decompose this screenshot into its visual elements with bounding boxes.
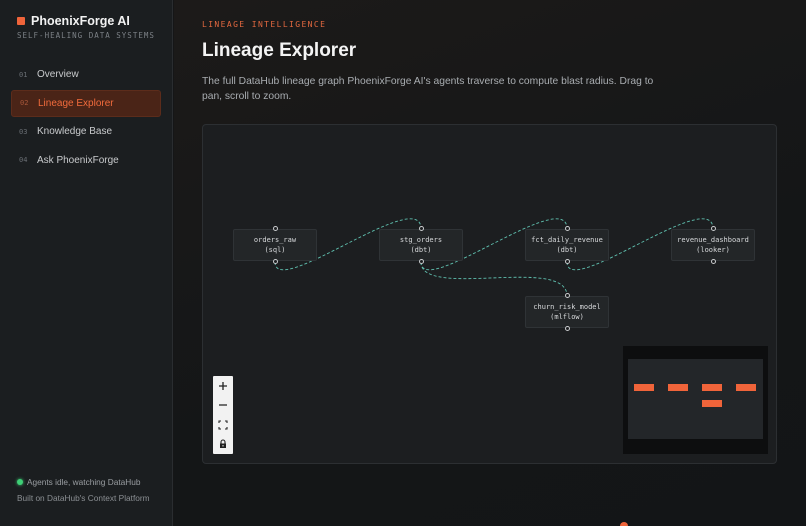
lock-button[interactable] (213, 435, 233, 455)
nav-item-label: Lineage Explorer (38, 97, 114, 109)
zoom-out-button[interactable] (213, 396, 233, 416)
node-kind: (looker) (696, 246, 730, 254)
lock-icon (220, 439, 226, 449)
sidebar: PhoenixForge AI SELF-HEALING DATA SYSTEM… (0, 0, 173, 526)
fit-view-button[interactable] (213, 415, 233, 435)
node-kind: (sql) (264, 246, 286, 254)
page-eyebrow: LINEAGE INTELLIGENCE (202, 20, 327, 29)
agent-status: Agents idle, watching DataHub (17, 477, 140, 487)
floating-indicator[interactable] (620, 522, 628, 526)
page-description: The full DataHub lineage graph PhoenixFo… (202, 76, 654, 102)
node-input-port[interactable] (564, 293, 570, 298)
nav-item-number: 04 (19, 156, 28, 164)
sidebar-item-knowledge-base[interactable]: 03 Knowledge Base (11, 118, 161, 145)
nav-item-label: Knowledge Base (37, 126, 113, 137)
nav-item-number: 03 (19, 127, 28, 136)
node-kind: (dbt) (556, 246, 578, 254)
brand[interactable]: PhoenixForge AI (17, 14, 130, 28)
minimap-node (736, 384, 756, 391)
node-input-port[interactable] (710, 226, 716, 231)
page-title: Lineage Explorer (202, 40, 357, 61)
node-output-port[interactable] (564, 259, 570, 264)
sidebar-nav: 01 Overview 02 Lineage Explorer 03 Knowl… (11, 61, 161, 175)
minimap-viewport[interactable] (628, 359, 763, 439)
brand-tagline: SELF-HEALING DATA SYSTEMS (17, 31, 155, 40)
nav-item-number: 02 (20, 99, 29, 107)
nav-item-number: 01 (19, 70, 28, 79)
node-name: churn_risk_model (533, 303, 601, 311)
zoom-in-button[interactable] (213, 376, 233, 396)
status-dot-icon (17, 479, 23, 485)
node-output-port[interactable] (564, 326, 570, 331)
node-output-port[interactable] (418, 259, 424, 264)
sidebar-item-overview[interactable]: 01 Overview (11, 61, 161, 88)
brand-logo-icon (17, 17, 25, 25)
graph-node-orders-raw[interactable]: orders_raw (sql) (233, 226, 317, 264)
node-name: stg_orders (399, 236, 443, 244)
nav-item-label: Overview (37, 69, 79, 80)
node-name: revenue_dashboard (677, 236, 749, 244)
sidebar-item-lineage-explorer[interactable]: 02 Lineage Explorer (11, 89, 161, 117)
node-output-port[interactable] (272, 259, 278, 264)
zoom-out-icon (219, 404, 227, 406)
footer-note: Built on DataHub's Context Platform (17, 493, 150, 503)
minimap-node (702, 400, 722, 407)
graph-node-fct-daily-revenue[interactable]: fct_daily_revenue (dbt) (525, 226, 609, 264)
node-input-port[interactable] (564, 226, 570, 231)
nav-item-label: Ask PhoenixForge (37, 154, 119, 166)
status-text: Agents idle, watching DataHub (27, 477, 141, 487)
zoom-in-icon (219, 381, 227, 390)
brand-name: PhoenixForge AI (31, 14, 130, 28)
node-kind: (mlflow) (550, 313, 584, 321)
minimap-node (702, 384, 722, 391)
sidebar-item-ask-phoenixforge[interactable]: 04 Ask PhoenixForge (11, 147, 161, 174)
minimap-node (668, 384, 688, 391)
node-input-port[interactable] (272, 226, 278, 231)
lineage-graph-canvas[interactable]: orders_raw (sql) stg_orders (dbt) fct_da… (202, 124, 777, 464)
node-name: fct_daily_revenue (531, 236, 603, 244)
graph-node-churn-risk-model[interactable]: churn_risk_model (mlflow) (525, 293, 609, 331)
graph-node-revenue-dashboard[interactable]: revenue_dashboard (looker) (671, 226, 755, 264)
minimap-node (634, 384, 654, 391)
graph-controls (213, 376, 233, 454)
main-content: LINEAGE INTELLIGENCE Lineage Explorer Th… (174, 0, 806, 526)
fit-view-icon (218, 420, 228, 430)
graph-minimap[interactable] (623, 346, 768, 454)
node-output-port[interactable] (710, 259, 716, 264)
node-kind: (dbt) (410, 246, 432, 254)
node-name: orders_raw (253, 236, 297, 244)
node-input-port[interactable] (418, 226, 424, 231)
graph-node-stg-orders[interactable]: stg_orders (dbt) (379, 226, 463, 264)
